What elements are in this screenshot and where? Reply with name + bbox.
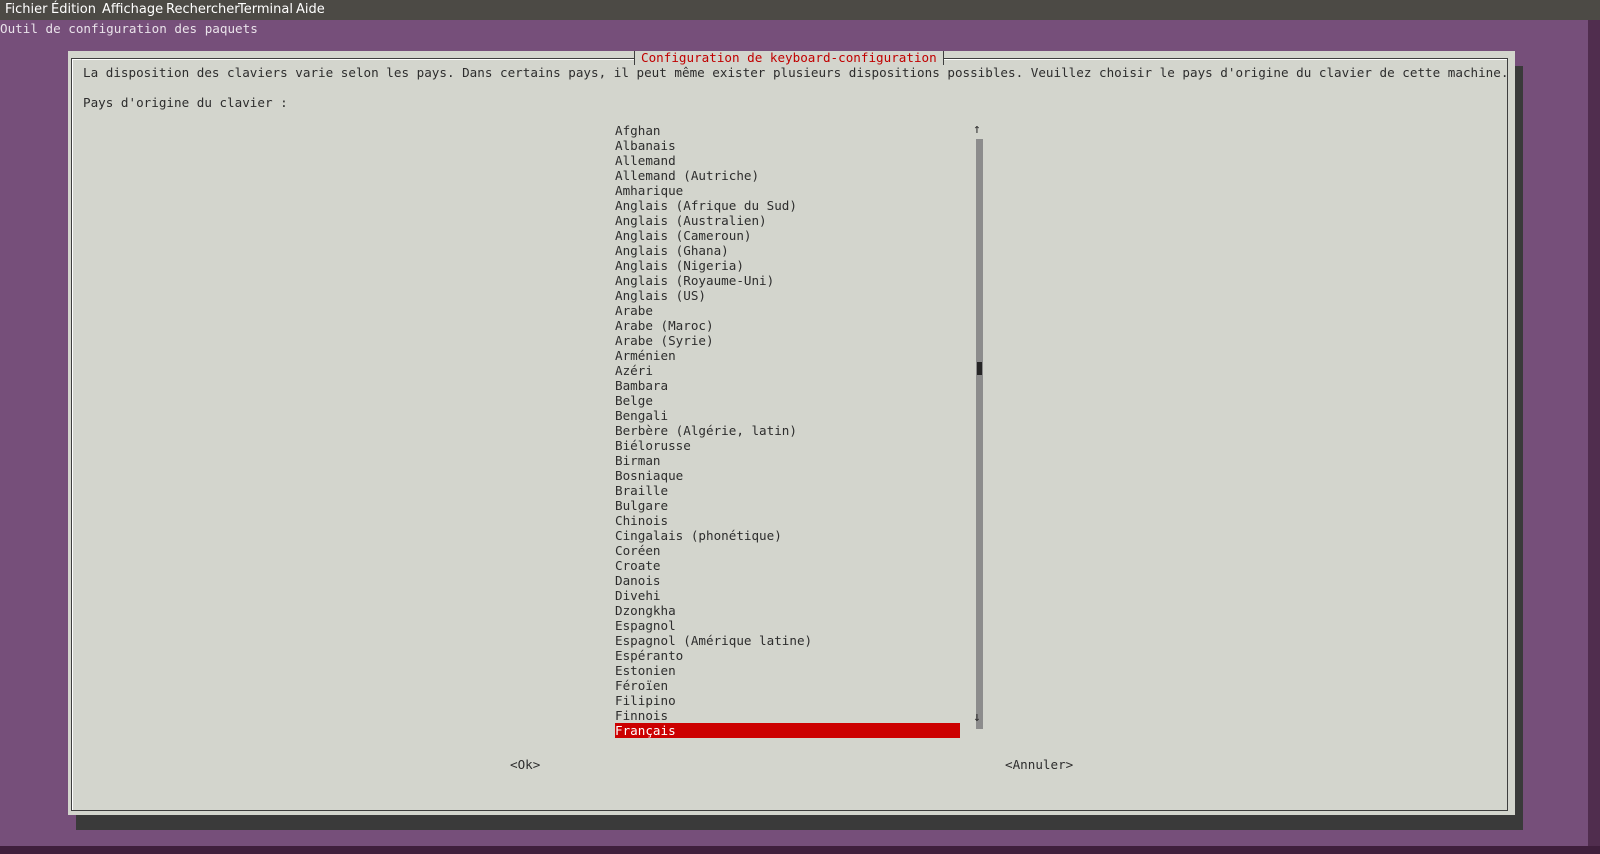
list-item[interactable]: Finnois [615, 708, 960, 723]
list-item[interactable]: Anglais (Afrique du Sud) [615, 198, 960, 213]
list-item[interactable]: Filipino [615, 693, 960, 708]
list-item[interactable]: Biélorusse [615, 438, 960, 453]
list-item[interactable]: Espagnol (Amérique latine) [615, 633, 960, 648]
list-item[interactable]: Bosniaque [615, 468, 960, 483]
scroll-down-arrow-icon[interactable]: ↓ [973, 711, 981, 725]
list-item[interactable]: Anglais (Ghana) [615, 243, 960, 258]
list-item[interactable]: Espagnol [615, 618, 960, 633]
list-item[interactable]: Allemand (Autriche) [615, 168, 960, 183]
menu-affichage[interactable]: Affichage [102, 2, 163, 17]
list-item[interactable]: Anglais (Cameroun) [615, 228, 960, 243]
cancel-button[interactable]: <Annuler> [1005, 757, 1073, 772]
config-dialog: Configuration de keyboard-configuration … [68, 51, 1515, 815]
list-item[interactable]: Allemand [615, 153, 960, 168]
list-item-selected[interactable]: Français [615, 723, 960, 738]
scrollbar-track[interactable] [976, 139, 983, 729]
list-item[interactable]: Belge [615, 393, 960, 408]
menubar: Fichier Édition Affichage Rechercher Ter… [0, 0, 1600, 20]
dialog-prompt: Pays d'origine du clavier : [83, 95, 288, 110]
list-item[interactable]: Arabe (Maroc) [615, 318, 960, 333]
list-item[interactable]: Berbère (Algérie, latin) [615, 423, 960, 438]
list-item[interactable]: Birman [615, 453, 960, 468]
menu-fichier[interactable]: Fichier [5, 2, 48, 17]
list-item[interactable]: Croate [615, 558, 960, 573]
list-item[interactable]: Divehi [615, 588, 960, 603]
list-item[interactable]: Azéri [615, 363, 960, 378]
menu-edition[interactable]: Édition [51, 2, 96, 17]
list-item[interactable]: Anglais (Nigeria) [615, 258, 960, 273]
list-item[interactable]: Afghan [615, 123, 960, 138]
list-item[interactable]: Albanais [615, 138, 960, 153]
dialog-title: Configuration de keyboard-configuration [634, 51, 944, 65]
list-item[interactable]: Anglais (Royaume-Uni) [615, 273, 960, 288]
list-item[interactable]: Dzongkha [615, 603, 960, 618]
scrollbar-thumb[interactable] [977, 362, 982, 375]
dialog-description: La disposition des claviers varie selon … [83, 65, 1509, 80]
menu-aide[interactable]: Aide [296, 2, 325, 17]
list-item[interactable]: Féroïen [615, 678, 960, 693]
list-item[interactable]: Estonien [615, 663, 960, 678]
terminal-bottom-edge [0, 846, 1600, 854]
list-item[interactable]: Braille [615, 483, 960, 498]
country-list[interactable]: Afghan Albanais Allemand Allemand (Autriche… [615, 123, 960, 738]
list-item[interactable]: Coréen [615, 543, 960, 558]
list-item[interactable]: Bengali [615, 408, 960, 423]
list-item[interactable]: Arabe (Syrie) [615, 333, 960, 348]
list-item[interactable]: Danois [615, 573, 960, 588]
list-item[interactable]: Bambara [615, 378, 960, 393]
list-item[interactable]: Anglais (Australien) [615, 213, 960, 228]
terminal-edge [1588, 20, 1600, 854]
scroll-up-arrow-icon[interactable]: ↑ [973, 123, 981, 137]
list-item[interactable]: Chinois [615, 513, 960, 528]
list-item[interactable]: Arabe [615, 303, 960, 318]
ok-button[interactable]: <Ok> [510, 757, 540, 772]
list-item[interactable]: Espéranto [615, 648, 960, 663]
list-item[interactable]: Cingalais (phonétique) [615, 528, 960, 543]
list-item[interactable]: Bulgare [615, 498, 960, 513]
terminal-title: Outil de configuration des paquets [0, 21, 258, 36]
menu-rechercher[interactable]: Rechercher [166, 2, 240, 17]
list-item[interactable]: Arménien [615, 348, 960, 363]
list-item[interactable]: Amharique [615, 183, 960, 198]
menu-terminal[interactable]: Terminal [238, 2, 293, 17]
list-item[interactable]: Anglais (US) [615, 288, 960, 303]
